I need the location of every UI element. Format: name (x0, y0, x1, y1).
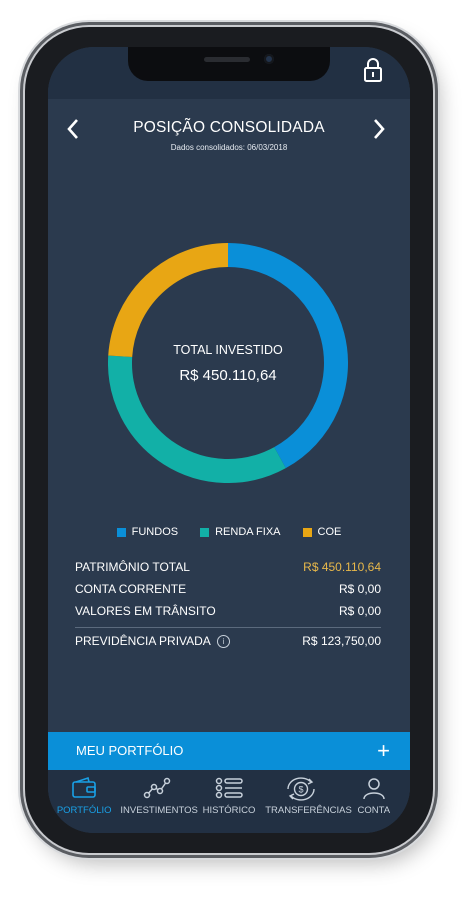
line-chart-icon (143, 777, 170, 799)
tab-conta[interactable]: CONTA (338, 770, 410, 833)
patrimonio-total-label: PATRIMÔNIO TOTAL (75, 560, 190, 574)
notch (128, 47, 330, 81)
camera (264, 54, 274, 64)
previdencia-row: PREVIDÊNCIA PRIVADA i R$ 123,750,00 (75, 634, 381, 652)
previdencia-value: R$ 123,750,00 (302, 634, 381, 648)
tab-label: PORTFÓLIO (56, 805, 112, 816)
legend-swatch-coe (302, 527, 312, 537)
chevron-right-icon[interactable] (366, 117, 390, 141)
patrimonio-total-row: PATRIMÔNIO TOTAL R$ 450.110,64 (75, 560, 381, 578)
tab-label: HISTÓRICO (202, 805, 256, 816)
tab-label: INVESTIMENTOS (120, 805, 198, 816)
info-icon[interactable]: i (216, 635, 230, 648)
legend-swatch-fundos (116, 527, 126, 537)
previdencia-label: PREVIDÊNCIA PRIVADA (75, 634, 211, 648)
bottom-tab-bar: PORTFÓLIO INVESTIMENTOS HISTÓRICO $ TRAN… (48, 770, 410, 833)
tab-label: TRANSFERÊNCIAS (265, 805, 352, 816)
speaker (204, 57, 250, 62)
legend-item-fundos: FUNDOS (116, 526, 179, 538)
meu-portfolio-label: MEU PORTFÓLIO (76, 743, 184, 758)
legend-label: RENDA FIXA (215, 526, 281, 538)
valores-transito-value: R$ 0,00 (338, 604, 381, 618)
valores-transito-row: VALORES EM TRÂNSITO R$ 0,00 (75, 604, 381, 622)
total-invested-value: R$ 450.110,64 (179, 367, 277, 384)
consolidation-date: Dados consolidados: 06/03/2018 (170, 143, 288, 152)
legend-item-coe: COE (302, 526, 342, 538)
legend-label: COE (317, 526, 342, 538)
divider (75, 627, 381, 628)
lock-icon[interactable] (362, 57, 384, 83)
legend-label: FUNDOS (131, 526, 179, 538)
total-invested-label: TOTAL INVESTIDO (173, 343, 283, 357)
tab-transferencias[interactable]: $ TRANSFERÊNCIAS (265, 770, 352, 833)
svg-text:$: $ (299, 785, 304, 795)
meu-portfolio-button[interactable]: MEU PORTFÓLIO + (48, 732, 410, 770)
wallet-icon (72, 776, 97, 798)
tab-portfolio[interactable]: PORTFÓLIO (48, 770, 120, 833)
app-screen: POSIÇÃO CONSOLIDADA Dados consolidados: … (48, 47, 410, 833)
power-button (433, 222, 437, 292)
conta-corrente-row: CONTA CORRENTE R$ 0,00 (75, 582, 381, 600)
previdencia-label-wrap: PREVIDÊNCIA PRIVADA i (75, 634, 230, 648)
transfer-icon: $ (287, 777, 316, 801)
patrimonio-total-value: R$ 450.110,64 (303, 560, 381, 574)
user-icon (363, 778, 385, 800)
legend-swatch-renda-fixa (200, 527, 210, 537)
list-icon (215, 777, 243, 799)
allocation-donut-chart (108, 243, 348, 483)
tab-investimentos[interactable]: INVESTIMENTOS (120, 770, 198, 833)
donut-slice-coe (108, 243, 229, 358)
legend-item-renda-fixa: RENDA FIXA (200, 526, 281, 538)
plus-icon[interactable]: + (377, 740, 390, 762)
page-header: POSIÇÃO CONSOLIDADA Dados consolidados: … (48, 99, 410, 169)
tab-historico[interactable]: HISTÓRICO (193, 770, 265, 833)
conta-corrente-value: R$ 0,00 (338, 582, 381, 596)
conta-corrente-label: CONTA CORRENTE (75, 582, 187, 596)
chart-legend: FUNDOS RENDA FIXA COE (48, 526, 410, 538)
status-bar (48, 47, 410, 99)
page-title: POSIÇÃO CONSOLIDADA (133, 119, 325, 136)
valores-transito-label: VALORES EM TRÂNSITO (75, 604, 216, 618)
tab-label: CONTA (357, 805, 391, 816)
